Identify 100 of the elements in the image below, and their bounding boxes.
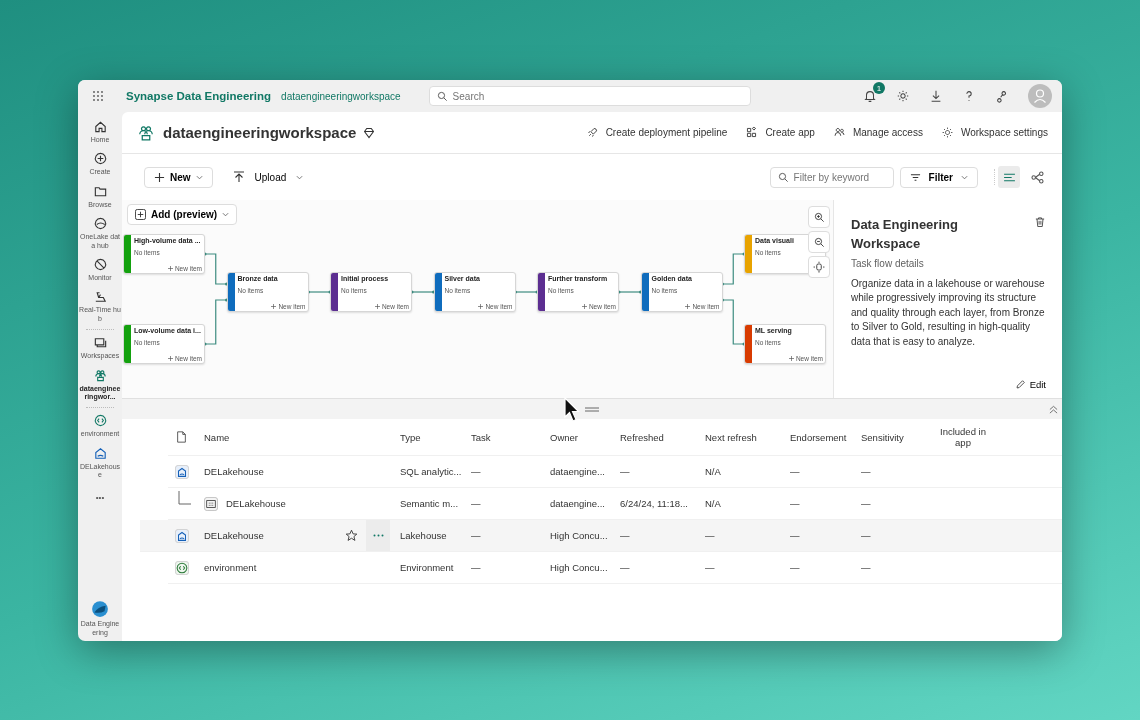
table-cell: — bbox=[861, 530, 871, 541]
header-action-button[interactable]: Create deployment pipeline bbox=[585, 126, 728, 139]
table-cell: — bbox=[790, 498, 800, 509]
table-cell: High Concu... bbox=[550, 530, 608, 541]
zoom-in-button[interactable] bbox=[808, 206, 830, 228]
app-name[interactable]: Synapse Data Engineering bbox=[126, 90, 272, 102]
table-cell: — bbox=[471, 530, 481, 541]
column-header[interactable]: Endorsement bbox=[790, 431, 847, 443]
rocket-icon bbox=[585, 126, 599, 139]
filter-lines-icon bbox=[909, 171, 921, 183]
zoom-out-icon bbox=[813, 236, 825, 248]
table-cell: — bbox=[471, 498, 481, 509]
notification-badge: 1 bbox=[873, 82, 885, 94]
table-row[interactable]: environment Environment — High Concu... — — — — bbox=[168, 552, 1062, 584]
edit-button[interactable]: Edit bbox=[1014, 379, 1046, 390]
zoom-out-button[interactable] bbox=[808, 231, 830, 253]
plus-icon bbox=[167, 356, 173, 361]
zoom-in-icon bbox=[813, 211, 825, 223]
chevron-down-icon bbox=[195, 173, 203, 181]
pencil-icon bbox=[1014, 379, 1026, 390]
workspace-breadcrumb[interactable]: dataengineeringworkspace bbox=[281, 90, 401, 102]
table-cell: — bbox=[471, 466, 481, 477]
table-cell: — bbox=[471, 562, 481, 573]
app-launcher-icon[interactable] bbox=[92, 90, 104, 102]
plus-icon bbox=[154, 171, 165, 183]
collapse-icon[interactable] bbox=[1049, 405, 1058, 414]
bell-icon[interactable] bbox=[863, 89, 877, 103]
table-cell: — bbox=[861, 466, 871, 477]
column-header[interactable]: Name bbox=[204, 431, 230, 443]
fit-view-button[interactable] bbox=[808, 256, 830, 278]
table-cell: — bbox=[861, 562, 871, 573]
search-icon bbox=[436, 90, 448, 102]
item-name-link[interactable]: environment bbox=[204, 562, 257, 573]
header-action-button[interactable]: Manage access bbox=[832, 126, 923, 139]
chevron-down-icon bbox=[961, 173, 968, 181]
item-name-link[interactable]: DELakehouse bbox=[204, 466, 264, 477]
column-header[interactable]: Included in app bbox=[938, 426, 988, 448]
plus-icon bbox=[478, 304, 484, 309]
home-icon bbox=[92, 119, 108, 134]
table-cell: High Concu... bbox=[550, 562, 608, 573]
settings-icon[interactable] bbox=[896, 89, 910, 103]
table-row[interactable]: DELakehouse SQL analytic... — dataengine... — N/A — — bbox=[168, 456, 1062, 488]
plus-icon bbox=[374, 304, 380, 309]
add-button[interactable]: Add (preview) bbox=[127, 204, 238, 225]
globe-icon bbox=[92, 216, 108, 232]
code-icon bbox=[92, 413, 108, 429]
upload-button[interactable]: Upload bbox=[232, 171, 304, 183]
table-cell: dataengine... bbox=[550, 498, 605, 509]
table-row[interactable]: DELakehouse Lakehouse — High Concu... — — — — bbox=[140, 520, 1062, 552]
grip-icon[interactable] bbox=[585, 406, 599, 412]
grid-icon bbox=[204, 496, 218, 511]
connector-line bbox=[203, 252, 228, 286]
item-name-link[interactable]: DELakehouse bbox=[204, 530, 264, 541]
column-header[interactable]: Refreshed bbox=[620, 431, 664, 443]
panel-description: Organize data in a lakehouse or warehouse while progressively improving its structure and quality through each layer, from Bronze to Silver to Gold, resulting in high-quality data that is easy to analyze. bbox=[851, 276, 1046, 349]
header-action-button[interactable]: Workspace settings bbox=[940, 126, 1048, 139]
connector-line bbox=[721, 298, 746, 346]
table-cell: Environment bbox=[400, 562, 454, 573]
table-cell: — bbox=[620, 466, 630, 477]
diamond-icon bbox=[363, 126, 376, 139]
column-header[interactable]: Task bbox=[471, 431, 491, 443]
plus-square-icon bbox=[135, 209, 146, 220]
app-grid-icon bbox=[745, 126, 759, 139]
plus-icon bbox=[581, 304, 587, 309]
house-icon bbox=[175, 464, 189, 479]
table-cell: — bbox=[790, 466, 800, 477]
code-icon bbox=[175, 560, 189, 575]
column-header[interactable]: Owner bbox=[550, 431, 578, 443]
star-icon[interactable] bbox=[345, 529, 358, 542]
column-header[interactable]: Sensitivity bbox=[861, 431, 904, 443]
table-cell: — bbox=[790, 530, 800, 541]
column-header[interactable]: Next refresh bbox=[705, 431, 757, 443]
table-cell: dataengine... bbox=[550, 466, 605, 477]
table-cell: — bbox=[790, 562, 800, 573]
house-icon bbox=[175, 528, 189, 543]
list-view-button[interactable] bbox=[998, 166, 1020, 188]
item-name-link[interactable]: DELakehouse bbox=[226, 498, 286, 509]
new-button[interactable]: New bbox=[144, 166, 213, 188]
plus-icon bbox=[167, 266, 173, 271]
download-icon[interactable] bbox=[929, 89, 943, 103]
more-button[interactable]: ••• bbox=[95, 493, 105, 503]
table-cell: Semantic m... bbox=[400, 498, 459, 509]
table-cell: — bbox=[620, 530, 630, 541]
table-cell: 6/24/24, 11:18... bbox=[620, 498, 688, 509]
share-icon[interactable] bbox=[995, 89, 1009, 103]
people-group-icon bbox=[92, 367, 108, 383]
search-field[interactable]: Search bbox=[428, 86, 751, 106]
file-icon bbox=[176, 431, 187, 443]
filter-field[interactable]: Filter by keyword bbox=[769, 166, 894, 188]
table-cell: — bbox=[705, 562, 715, 573]
settings-icon bbox=[940, 126, 954, 139]
plus-icon bbox=[685, 304, 691, 309]
table-cell: — bbox=[705, 530, 715, 541]
filter-button[interactable]: Filter bbox=[899, 166, 978, 188]
column-header[interactable]: Type bbox=[400, 431, 421, 443]
panel-title: Data Engineering Workspace bbox=[851, 216, 959, 253]
table-cell: N/A bbox=[705, 498, 721, 509]
trash-icon[interactable] bbox=[1034, 216, 1046, 228]
header-action-button[interactable]: Create app bbox=[745, 126, 815, 139]
search-icon bbox=[777, 171, 789, 183]
